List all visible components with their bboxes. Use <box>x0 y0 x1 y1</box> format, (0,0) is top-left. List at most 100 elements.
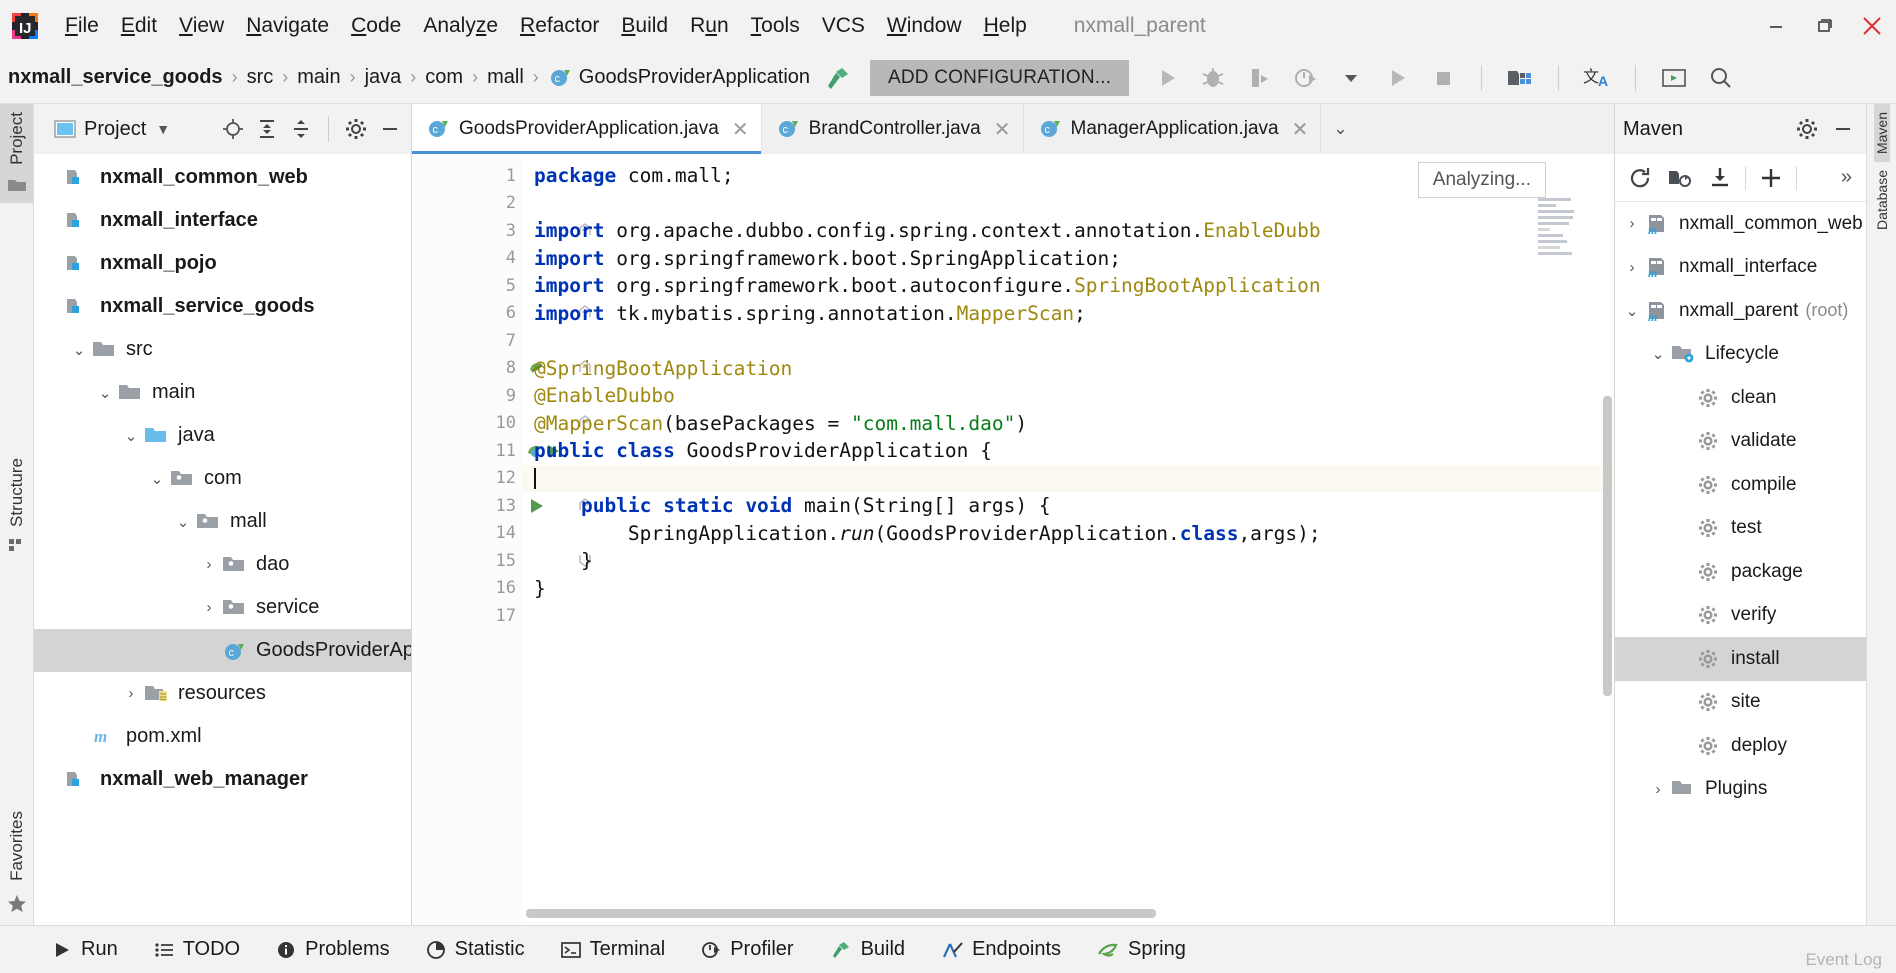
code-line-15[interactable]: } <box>522 547 1614 575</box>
editor-gutter[interactable]: 1 2 3 4 5 6 7 8 9 10 11 12 13 14 15 16 17 <box>412 154 591 925</box>
search-icon[interactable] <box>1704 62 1736 94</box>
code-line-14[interactable]: SpringApplication.run(GoodsProviderAppli… <box>522 520 1614 548</box>
breadcrumb-item-goodsproviderapplication[interactable]: c GoodsProviderApplication <box>548 66 810 90</box>
status-spring[interactable]: Spring <box>1079 938 1204 961</box>
code-line-10[interactable]: @MapperScan(basePackages = "com.mall.dao… <box>522 410 1614 438</box>
menu-vcs[interactable]: VCS <box>811 10 876 42</box>
close-button[interactable] <box>1848 0 1896 52</box>
run-icon[interactable] <box>1151 62 1183 94</box>
status-problems[interactable]: Problems <box>258 938 407 961</box>
locate-icon[interactable] <box>218 114 248 144</box>
tree-item-com[interactable]: ⌄ com <box>34 457 411 500</box>
rail-structure-group[interactable]: Structure <box>0 450 33 557</box>
maven-tree[interactable]: › m nxmall_common_web › m nxmall_interface ⌄ m n… <box>1615 202 1866 925</box>
code-line-16[interactable]: } <box>522 575 1614 603</box>
gutter-line-3[interactable]: 3 <box>412 217 591 245</box>
menu-analyze[interactable]: Analyze <box>412 10 509 42</box>
hide-panel-icon[interactable] <box>1828 114 1858 144</box>
tree-item-src[interactable]: ⌄ src <box>34 328 411 371</box>
chevron-down-icon[interactable] <box>1335 62 1367 94</box>
breadcrumb-item-nxmall-service-goods[interactable]: nxmall_service_goods <box>8 66 223 89</box>
chevron-right-icon[interactable]: › <box>1619 259 1645 276</box>
menu-file[interactable]: File <box>54 10 110 42</box>
hammer-icon[interactable] <box>822 64 852 92</box>
project-structure-icon[interactable] <box>1504 62 1536 94</box>
breadcrumb-item-main[interactable]: main <box>297 66 340 89</box>
maven-item-test[interactable]: test <box>1615 507 1866 551</box>
maven-item-validate[interactable]: validate <box>1615 420 1866 464</box>
editor-tabs-chevron-down-icon[interactable]: ⌄ <box>1321 104 1359 154</box>
tree-item-goodsproviderapplicatio[interactable]: c GoodsProviderApplicatio <box>34 629 411 672</box>
status-terminal[interactable]: Terminal <box>543 938 684 961</box>
maven-item-deploy[interactable]: deploy <box>1615 724 1866 768</box>
maven-item-verify[interactable]: verify <box>1615 594 1866 638</box>
gutter-line-16[interactable]: 16 <box>412 575 522 603</box>
maven-item-nxmall-common-web[interactable]: › m nxmall_common_web <box>1615 202 1866 246</box>
maven-item-clean[interactable]: clean <box>1615 376 1866 420</box>
status-todo[interactable]: TODO <box>136 938 258 961</box>
chevron-right-icon[interactable]: › <box>196 599 222 616</box>
gutter-line-17[interactable]: 17 <box>412 602 522 630</box>
collapse-all-icon[interactable] <box>286 114 316 144</box>
code-line-7[interactable] <box>522 327 1614 355</box>
gutter-line-9[interactable]: 9 <box>412 382 522 410</box>
tree-item-nxmall-interface[interactable]: nxmall_interface <box>34 199 411 242</box>
gutter-line-14[interactable]: 14 <box>412 520 522 548</box>
translate-icon[interactable]: 文 A <box>1581 62 1613 94</box>
gutter-line-13[interactable]: 13 <box>412 492 591 520</box>
maximize-button[interactable] <box>1800 0 1848 52</box>
code-line-13[interactable]: public static void main(String[] args) { <box>522 492 1614 520</box>
chevron-down-icon[interactable]: ⌄ <box>1645 345 1671 363</box>
code-line-12[interactable] <box>522 464 1614 492</box>
tree-item-main[interactable]: ⌄ main <box>34 371 411 414</box>
code-minimap[interactable] <box>1538 198 1598 278</box>
menu-help[interactable]: Help <box>973 10 1038 42</box>
gutter-line-4[interactable]: 4 <box>412 245 522 273</box>
gutter-line-11[interactable]: 11 <box>412 437 559 465</box>
gutter-line-2[interactable]: 2 <box>412 190 522 218</box>
status-endpoints[interactable]: Endpoints <box>923 938 1079 961</box>
gutter-line-15[interactable]: 15 <box>412 547 591 575</box>
run2-icon[interactable] <box>1381 62 1413 94</box>
tree-item-mall[interactable]: ⌄ mall <box>34 500 411 543</box>
generate-sources-icon[interactable] <box>1665 163 1695 193</box>
code-line-4[interactable]: import org.springframework.boot.SpringAp… <box>522 245 1614 273</box>
gutter-line-8[interactable]: 8 <box>412 355 591 383</box>
editor-vertical-scrollbar[interactable] <box>1600 206 1614 903</box>
editor-horizontal-scrollbar[interactable] <box>522 909 1598 921</box>
chevron-down-icon[interactable]: ⌄ <box>92 384 118 402</box>
menu-view[interactable]: View <box>168 10 235 42</box>
chevron-down-icon[interactable]: ⌄ <box>144 470 170 488</box>
rail-label-structure[interactable]: Structure <box>7 450 27 535</box>
project-tree[interactable]: nxmall_common_web nxmall_interface nxmall_… <box>34 154 411 925</box>
code-line-17[interactable] <box>522 602 1614 630</box>
breadcrumb-item-mall[interactable]: mall <box>487 66 524 89</box>
tree-item-nxmall-pojo[interactable]: nxmall_pojo <box>34 242 411 285</box>
gutter-line-6[interactable]: 6 <box>412 300 591 328</box>
tree-item-service[interactable]: › service <box>34 586 411 629</box>
editor-code[interactable]: package com.mall; import org.apache.dubbo… <box>522 154 1614 925</box>
code-editor[interactable]: 1 2 3 4 5 6 7 8 9 10 11 12 13 14 15 16 17 package com.ma… <box>412 154 1614 925</box>
code-line-6[interactable]: import tk.mybatis.spring.annotation.Mapp… <box>522 300 1614 328</box>
rail-label-project[interactable]: Project <box>7 104 27 173</box>
project-view-dropdown-icon[interactable]: ▼ <box>156 121 170 137</box>
add-configuration-button[interactable]: ADD CONFIGURATION... <box>870 59 1130 96</box>
rail-label-database[interactable]: Database <box>1874 162 1890 238</box>
stop-icon[interactable] <box>1427 62 1459 94</box>
run-with-coverage-icon[interactable] <box>1243 62 1275 94</box>
tree-item-java[interactable]: ⌄ java <box>34 414 411 457</box>
menu-navigate[interactable]: Navigate <box>235 10 340 42</box>
close-icon[interactable]: ✕ <box>1292 117 1309 142</box>
chevron-right-icon[interactable]: › <box>118 685 144 702</box>
maven-item-plugins[interactable]: › Plugins <box>1615 768 1866 812</box>
code-line-3[interactable]: import org.apache.dubbo.config.spring.co… <box>522 217 1614 245</box>
code-line-8[interactable]: @SpringBootApplication <box>522 355 1614 383</box>
rail-label-favorites[interactable]: Favorites <box>7 803 27 889</box>
gear-icon[interactable] <box>1792 114 1822 144</box>
editor-tab-goodsproviderapplication-java[interactable]: c GoodsProviderApplication.java ✕ <box>412 104 762 154</box>
status-profiler[interactable]: Profiler <box>683 938 811 961</box>
menu-refactor[interactable]: Refactor <box>509 10 610 42</box>
rail-project-group[interactable]: Project <box>0 104 33 203</box>
code-line-9[interactable]: @EnableDubbo <box>522 382 1614 410</box>
editor-tab-managerapplication-java[interactable]: c ManagerApplication.java ✕ <box>1023 104 1322 154</box>
